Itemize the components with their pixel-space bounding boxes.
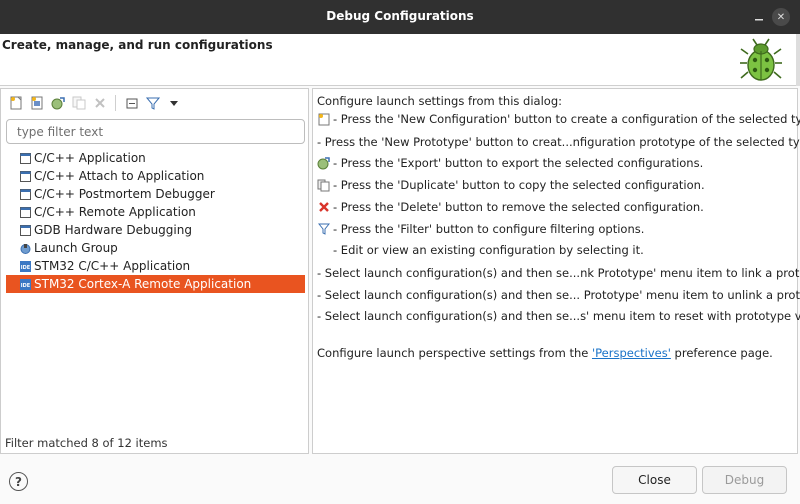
debug-button[interactable]: Debug — [702, 466, 787, 494]
export-text: - Press the 'Export' button to export th… — [333, 156, 704, 170]
tree-item-label: C/C++ Attach to Application — [34, 169, 205, 183]
edit-text: - Edit or view an existing configuration… — [333, 243, 644, 257]
reset-prototype-line: - Select launch configuration(s) and the… — [317, 309, 800, 323]
filter-icon[interactable] — [144, 95, 161, 112]
tree-item-label: C/C++ Postmortem Debugger — [34, 187, 215, 201]
tree-item-stm32-cortex-a-remote[interactable]: IDE STM32 Cortex-A Remote Application — [6, 275, 305, 293]
delete-text: - Press the 'Delete' button to remove th… — [333, 200, 704, 214]
c-app-icon — [20, 152, 31, 164]
export-icon — [317, 156, 330, 170]
intro-text: Configure launch settings from this dial… — [317, 94, 562, 108]
window-title: Debug Configurations — [326, 9, 474, 23]
collapse-all-icon[interactable] — [123, 95, 140, 112]
new-prototype-line: - Press the 'New Prototype' button to cr… — [317, 135, 800, 149]
tree-item-label: GDB Hardware Debugging — [34, 223, 192, 237]
tree-item-c-cpp-attach[interactable]: C/C++ Attach to Application — [1, 167, 308, 185]
ide-icon: IDE — [20, 260, 31, 272]
perspective-prefix: Configure launch perspective settings fr… — [317, 346, 592, 360]
tree-item-launch-group[interactable]: Launch Group — [1, 239, 308, 257]
dialog-header: Create, manage, and run configurations — [0, 34, 800, 86]
svg-text:IDE: IDE — [21, 283, 31, 289]
configuration-tree-pane: C/C++ Application C/C++ Attach to Applic… — [0, 88, 309, 454]
unlink-prototype-line: - Select launch configuration(s) and the… — [317, 288, 800, 302]
duplicate-line: - Press the 'Duplicate' button to copy t… — [317, 178, 705, 192]
tree-item-stm32-cpp-application[interactable]: IDE STM32 C/C++ Application — [1, 257, 308, 275]
help-icon[interactable]: ? — [9, 472, 28, 491]
tree-item-c-cpp-application[interactable]: C/C++ Application — [1, 149, 308, 167]
c-app-icon — [20, 188, 31, 200]
export-icon[interactable] — [49, 95, 66, 112]
delete-line: - Press the 'Delete' button to remove th… — [317, 200, 704, 214]
tree-toolbar — [7, 93, 182, 113]
edit-line: - Edit or view an existing configuration… — [333, 243, 644, 257]
dialog-footer: ? Close Debug — [0, 456, 800, 504]
new-configuration-icon — [317, 113, 330, 126]
close-icon[interactable]: ✕ — [772, 8, 790, 26]
c-app-icon — [20, 224, 31, 236]
tree-item-c-cpp-remote[interactable]: C/C++ Remote Application — [1, 203, 308, 221]
tree-item-gdb-hardware[interactable]: GDB Hardware Debugging — [1, 221, 308, 239]
tree-item-label: C/C++ Remote Application — [34, 205, 196, 219]
link-prototype-line: - Select launch configuration(s) and the… — [317, 266, 800, 280]
new-prototype-text: - Press the 'New Prototype' button to cr… — [317, 135, 800, 149]
link-prototype-text: - Select launch configuration(s) and the… — [317, 266, 800, 280]
view-menu-icon[interactable] — [165, 95, 182, 112]
launch-group-icon — [20, 243, 31, 254]
tree-item-label: C/C++ Application — [34, 151, 146, 165]
delete-icon — [317, 201, 330, 214]
filter-line: - Press the 'Filter' button to configure… — [317, 222, 644, 236]
c-app-icon — [20, 170, 31, 182]
page-title: Create, manage, and run configurations — [2, 38, 273, 52]
header-edge — [796, 34, 800, 86]
configuration-tree: C/C++ Application C/C++ Attach to Applic… — [1, 149, 308, 293]
new-configuration-text: - Press the 'New Configuration' button t… — [333, 112, 800, 126]
perspective-suffix: preference page. — [670, 346, 773, 360]
new-configuration-line: - Press the 'New Configuration' button t… — [317, 112, 800, 126]
perspective-line: Configure launch perspective settings fr… — [317, 346, 773, 360]
c-app-icon — [20, 206, 31, 218]
unlink-prototype-text: - Select launch configuration(s) and the… — [317, 288, 800, 302]
tree-item-label: Launch Group — [34, 241, 118, 255]
filter-input[interactable] — [6, 119, 305, 144]
debug-bug-icon — [740, 38, 782, 81]
new-prototype-icon[interactable] — [28, 95, 45, 112]
duplicate-text: - Press the 'Duplicate' button to copy t… — [333, 178, 705, 192]
duplicate-icon — [317, 179, 330, 192]
new-configuration-icon[interactable] — [7, 95, 24, 112]
toolbar-separator — [115, 95, 116, 111]
tree-item-label: STM32 Cortex-A Remote Application — [34, 277, 252, 291]
filter-status-text: Filter matched 8 of 12 items — [5, 436, 168, 450]
duplicate-icon[interactable] — [70, 95, 87, 112]
delete-icon[interactable] — [91, 95, 108, 112]
ide-icon: IDE — [20, 278, 31, 290]
close-button[interactable]: Close — [612, 466, 697, 494]
perspectives-link[interactable]: 'Perspectives' — [592, 346, 671, 360]
filter-icon — [317, 223, 330, 236]
reset-prototype-text: - Select launch configuration(s) and the… — [317, 309, 800, 323]
tree-item-c-cpp-postmortem[interactable]: C/C++ Postmortem Debugger — [1, 185, 308, 203]
minimize-icon[interactable] — [750, 8, 768, 26]
title-bar: Debug Configurations ✕ — [0, 0, 800, 34]
filter-text: - Press the 'Filter' button to configure… — [333, 222, 645, 236]
description-pane: Configure launch settings from this dial… — [312, 88, 800, 454]
tree-item-label: STM32 C/C++ Application — [34, 259, 191, 273]
svg-text:IDE: IDE — [21, 265, 31, 271]
export-line: - Press the 'Export' button to export th… — [317, 156, 703, 170]
